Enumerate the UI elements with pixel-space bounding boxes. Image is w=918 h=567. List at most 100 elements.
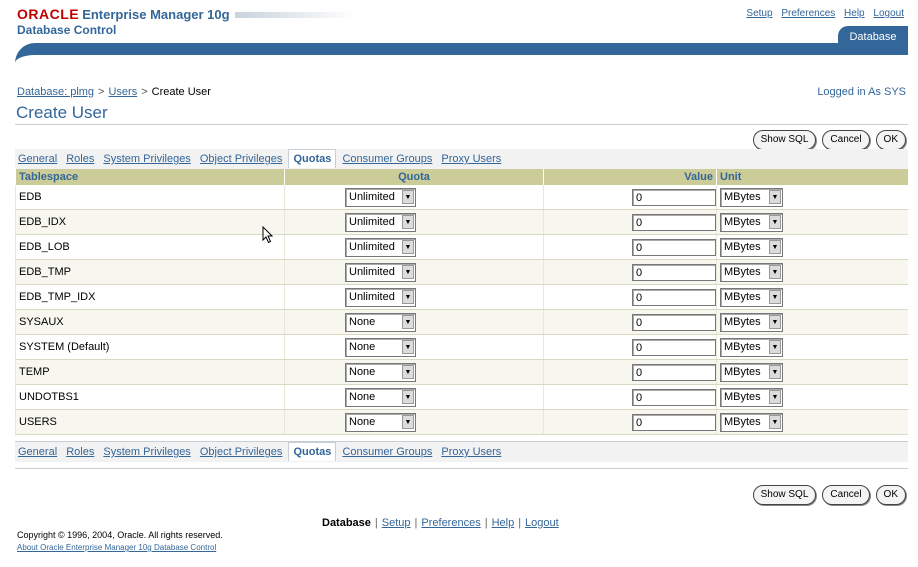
quota-select[interactable]: Unlimited ▼ xyxy=(345,187,416,207)
value-input[interactable]: 0 xyxy=(632,188,716,206)
quota-cell: Unlimited ▼ xyxy=(284,259,544,285)
value-cell: 0 xyxy=(543,409,717,435)
quotas-table: Tablespace Quota Value Unit EDB Unlimited… xyxy=(15,169,908,435)
tab-object-privileges[interactable]: Object Privileges xyxy=(197,150,286,168)
ok-button[interactable]: OK xyxy=(875,130,906,150)
unit-cell: MBytes ▼ xyxy=(716,359,908,385)
tab-consumer-groups[interactable]: Consumer Groups xyxy=(339,443,435,461)
dropdown-arrow-icon: ▼ xyxy=(769,364,781,379)
about-link[interactable]: About Oracle Enterprise Manager 10g Data… xyxy=(17,543,216,552)
quotas-table-body: EDB Unlimited ▼ 0 MBytes ▼ EDB_IDX Unlimited ▼ 0… xyxy=(15,185,908,435)
unit-select[interactable]: MBytes ▼ xyxy=(720,412,783,432)
dropdown-arrow-icon: ▼ xyxy=(402,239,414,254)
tab-quotas[interactable]: Quotas xyxy=(288,442,337,461)
breadcrumb-database[interactable]: Database: plmg xyxy=(17,86,94,98)
table-row: USERS None ▼ 0 MBytes ▼ xyxy=(15,409,908,435)
unit-select[interactable]: MBytes ▼ xyxy=(720,262,783,282)
footer-separator: | xyxy=(518,517,522,529)
quota-select-value: Unlimited xyxy=(349,290,395,303)
dropdown-arrow-icon: ▼ xyxy=(769,214,781,229)
unit-select[interactable]: MBytes ▼ xyxy=(720,237,783,257)
unit-select[interactable]: MBytes ▼ xyxy=(720,337,783,357)
value-input[interactable]: 0 xyxy=(632,263,716,281)
unit-select[interactable]: MBytes ▼ xyxy=(720,187,783,207)
tab-proxy-users[interactable]: Proxy Users xyxy=(438,150,504,168)
quota-select[interactable]: Unlimited ▼ xyxy=(345,287,416,307)
unit-select[interactable]: MBytes ▼ xyxy=(720,212,783,232)
quota-select[interactable]: None ▼ xyxy=(345,362,416,382)
bottom-button-bar: Show SQL Cancel OK xyxy=(747,485,906,505)
show-sql-button[interactable]: Show SQL xyxy=(752,130,817,150)
tab-system-privileges[interactable]: System Privileges xyxy=(100,443,193,461)
value-input[interactable]: 0 xyxy=(632,363,716,381)
unit-cell: MBytes ▼ xyxy=(716,384,908,410)
footer-separator: | xyxy=(414,517,418,529)
copyright-text: Copyright © 1996, 2004, Oracle. All righ… xyxy=(17,530,223,540)
breadcrumb-separator: > xyxy=(98,86,105,98)
quota-select-value: None xyxy=(349,390,376,403)
tab-general[interactable]: General xyxy=(15,443,60,461)
show-sql-button[interactable]: Show SQL xyxy=(752,485,817,505)
quota-select[interactable]: Unlimited ▼ xyxy=(345,237,416,257)
footer-link-preferences[interactable]: Preferences xyxy=(421,517,480,529)
dropdown-arrow-icon: ▼ xyxy=(402,414,414,429)
quota-select[interactable]: None ▼ xyxy=(345,412,416,432)
global-link-setup[interactable]: Setup xyxy=(746,8,772,19)
unit-select-value: MBytes xyxy=(724,390,761,403)
value-input[interactable]: 0 xyxy=(632,388,716,406)
ok-button[interactable]: OK xyxy=(875,485,906,505)
unit-cell: MBytes ▼ xyxy=(716,234,908,260)
tab-system-privileges[interactable]: System Privileges xyxy=(100,150,193,168)
quota-select[interactable]: None ▼ xyxy=(345,312,416,332)
unit-select[interactable]: MBytes ▼ xyxy=(720,387,783,407)
quota-select[interactable]: None ▼ xyxy=(345,387,416,407)
value-cell: 0 xyxy=(543,185,717,210)
value-input[interactable]: 0 xyxy=(632,413,716,431)
value-input[interactable]: 0 xyxy=(632,338,716,356)
tab-roles[interactable]: Roles xyxy=(63,443,97,461)
footer-link-help[interactable]: Help xyxy=(492,517,515,529)
quota-select[interactable]: None ▼ xyxy=(345,337,416,357)
global-links: Setup Preferences Help Logout xyxy=(740,8,904,19)
column-header-tablespace: Tablespace xyxy=(15,169,285,185)
cancel-button[interactable]: Cancel xyxy=(822,130,870,150)
quota-cell: None ▼ xyxy=(284,359,544,385)
unit-cell: MBytes ▼ xyxy=(716,409,908,435)
unit-select[interactable]: MBytes ▼ xyxy=(720,287,783,307)
column-header-value: Value xyxy=(543,169,717,185)
value-input[interactable]: 0 xyxy=(632,213,716,231)
value-input[interactable]: 0 xyxy=(632,238,716,256)
global-link-preferences[interactable]: Preferences xyxy=(781,8,835,19)
unit-cell: MBytes ▼ xyxy=(716,309,908,335)
unit-select[interactable]: MBytes ▼ xyxy=(720,312,783,332)
quota-select[interactable]: Unlimited ▼ xyxy=(345,212,416,232)
tablespace-name: EDB xyxy=(15,185,285,210)
dropdown-arrow-icon: ▼ xyxy=(402,264,414,279)
footer-separator: | xyxy=(484,517,488,529)
quota-select[interactable]: Unlimited ▼ xyxy=(345,262,416,282)
tab-consumer-groups[interactable]: Consumer Groups xyxy=(339,150,435,168)
table-row: SYSAUX None ▼ 0 MBytes ▼ xyxy=(15,309,908,335)
global-link-logout[interactable]: Logout xyxy=(873,8,904,19)
footer-link-database[interactable]: Database xyxy=(322,517,371,529)
breadcrumb-users[interactable]: Users xyxy=(108,86,137,98)
footer-link-setup[interactable]: Setup xyxy=(382,517,411,529)
tab-proxy-users[interactable]: Proxy Users xyxy=(438,443,504,461)
tab-object-privileges[interactable]: Object Privileges xyxy=(197,443,286,461)
dropdown-arrow-icon: ▼ xyxy=(769,414,781,429)
title-divider xyxy=(15,124,908,125)
tab-general[interactable]: General xyxy=(15,150,60,168)
value-cell: 0 xyxy=(543,259,717,285)
cancel-button[interactable]: Cancel xyxy=(822,485,870,505)
global-link-help[interactable]: Help xyxy=(844,8,865,19)
table-row: EDB_IDX Unlimited ▼ 0 MBytes ▼ xyxy=(15,209,908,235)
page-title: Create User xyxy=(16,103,108,122)
tab-roles[interactable]: Roles xyxy=(63,150,97,168)
value-input[interactable]: 0 xyxy=(632,288,716,306)
unit-select[interactable]: MBytes ▼ xyxy=(720,362,783,382)
header-band xyxy=(15,43,908,63)
dropdown-arrow-icon: ▼ xyxy=(769,339,781,354)
value-input[interactable]: 0 xyxy=(632,313,716,331)
footer-link-logout[interactable]: Logout xyxy=(525,517,559,529)
tab-quotas[interactable]: Quotas xyxy=(288,149,337,168)
